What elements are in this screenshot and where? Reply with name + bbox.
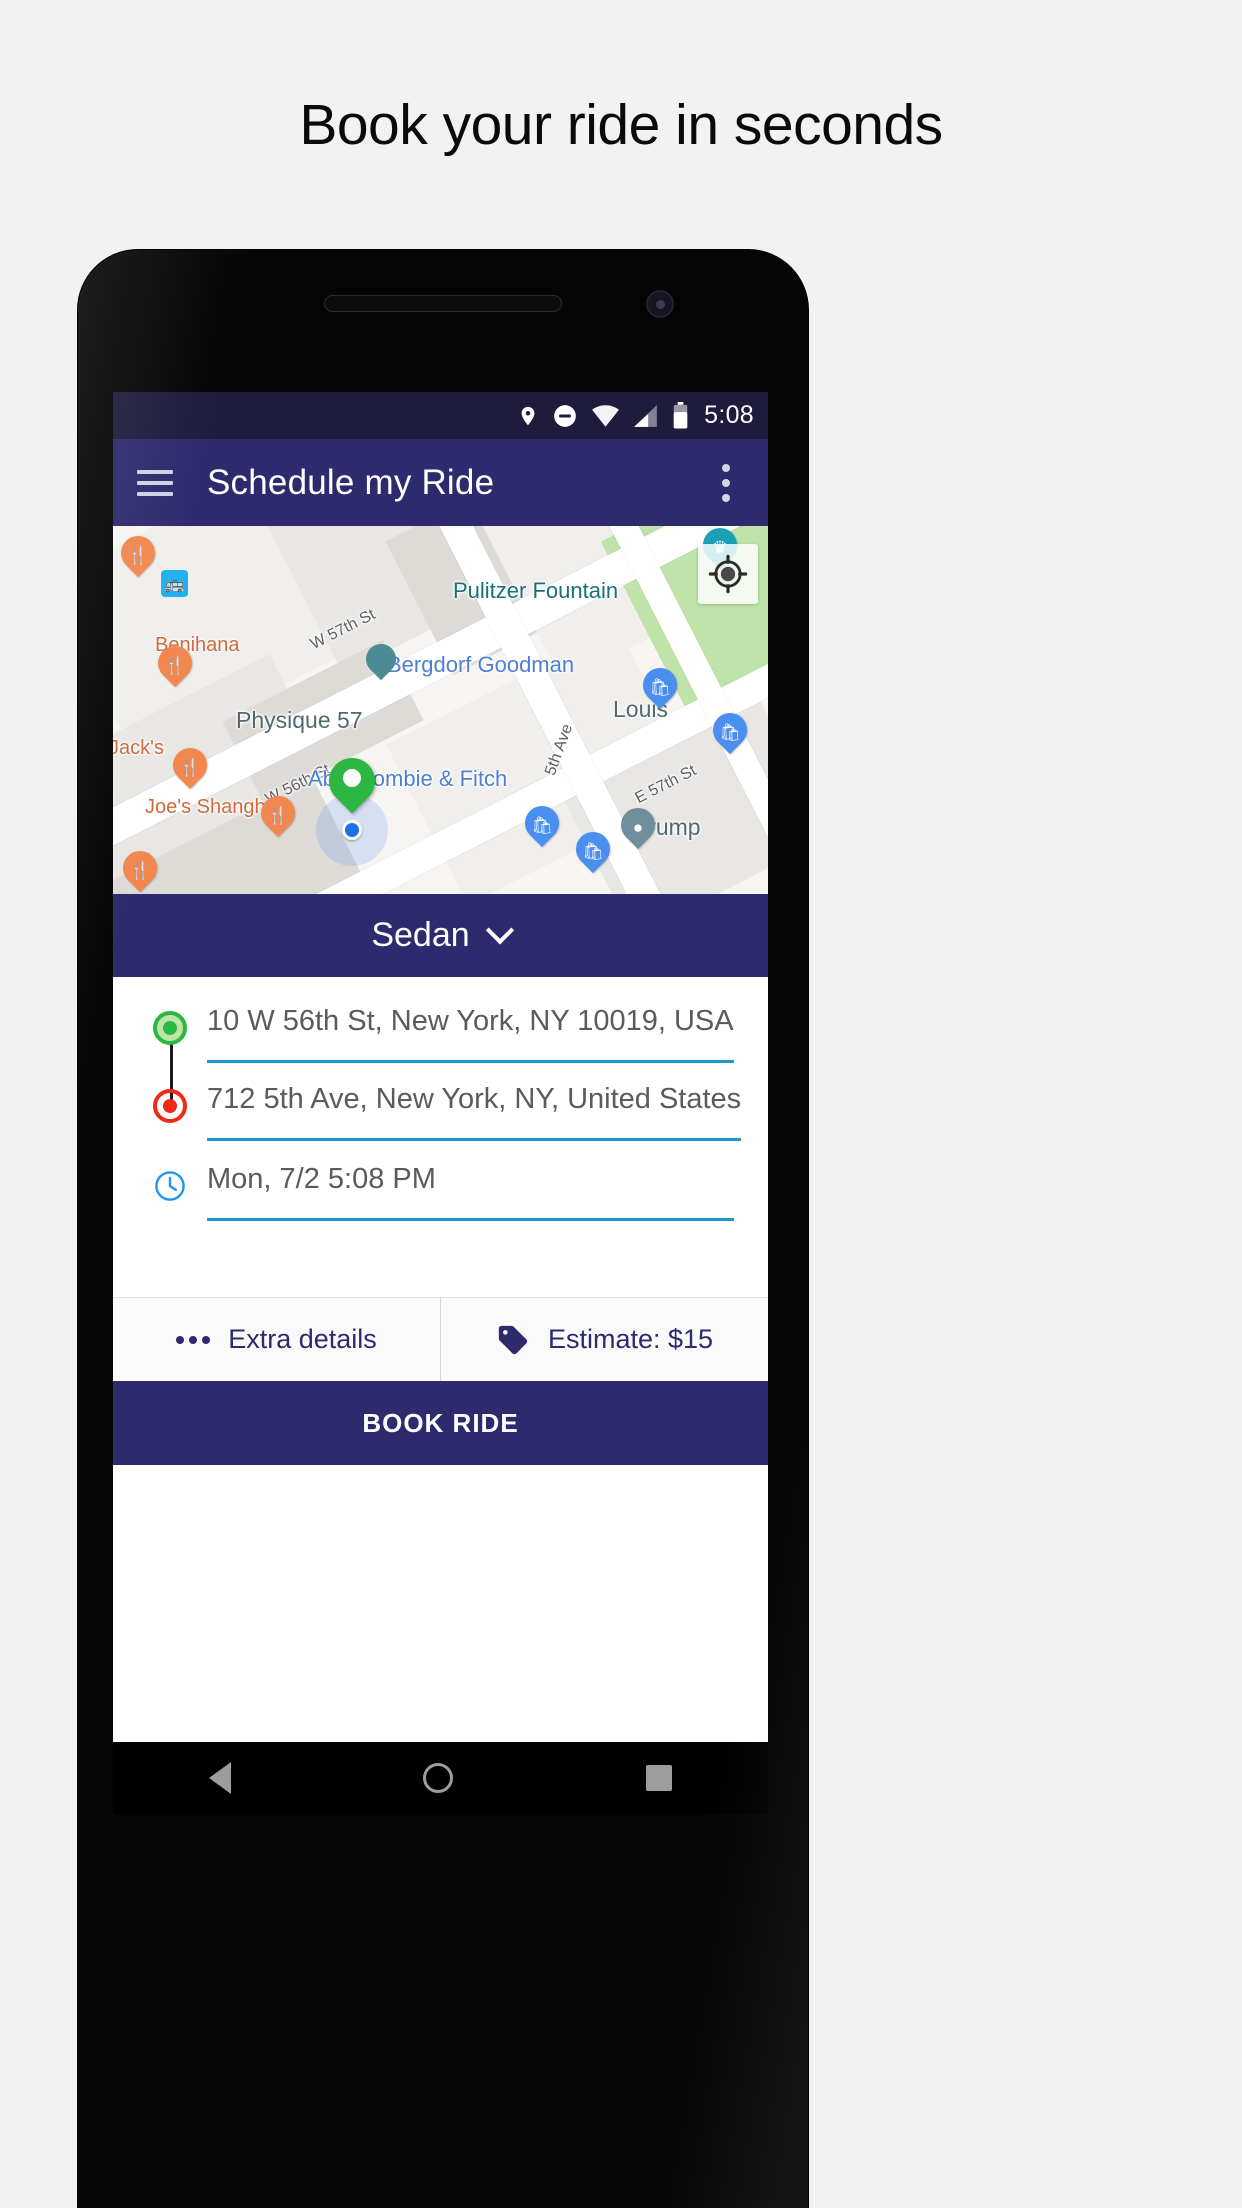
home-circle-icon[interactable] [423,1763,454,1793]
shop-pin-icon[interactable]: 🛍 [705,705,755,757]
map-label: Physique 57 [236,707,363,733]
android-nav-bar [113,1742,768,1814]
vehicle-selector[interactable]: Sedan [113,894,768,977]
earpiece-speaker [324,295,562,312]
phone-screen: 5:08 Schedule my Ride Benihana W 57th St… [113,392,768,1742]
clock-icon [147,1163,193,1203]
map-label: Jack's [113,737,164,759]
restaurant-pin-icon[interactable]: 🍴 [115,843,165,894]
action-row: Extra details Estimate: $15 [113,1297,768,1381]
location-pin-icon [521,406,535,425]
dropoff-underline [207,1138,742,1141]
hamburger-menu-icon[interactable] [137,469,173,496]
extra-details-label: Extra details [228,1324,377,1354]
shop-pin-icon[interactable]: 🛍 [568,824,618,876]
front-camera [646,290,674,318]
dropoff-row[interactable]: 712 5th Ave, New York, NY, United States [113,1083,768,1141]
shop-pin-icon[interactable]: 🛍 [635,660,685,712]
datetime-row[interactable]: Mon, 7/2 5:08 PM [113,1163,768,1221]
my-location-icon[interactable] [698,544,758,604]
dropoff-value: 712 5th Ave, New York, NY, United States [207,1083,742,1115]
map-view[interactable]: Benihana W 57th St Pulitzer Fountain Ber… [113,526,768,894]
cell-signal-icon [634,404,657,427]
green-map-pin[interactable] [319,748,385,816]
pickup-value: 10 W 56th St, New York, NY 10019, USA [207,1005,734,1037]
book-ride-label: BOOK RIDE [362,1407,519,1438]
estimate-label: Estimate: $15 [547,1324,714,1354]
app-bar-title: Schedule my Ride [207,462,495,502]
wifi-icon [592,404,620,427]
price-tag-icon [498,1325,528,1354]
estimate-button[interactable]: Estimate: $15 [440,1298,768,1381]
ride-form: 10 W 56th St, New York, NY 10019, USA 71… [113,977,768,1297]
recents-square-icon[interactable] [645,1765,672,1791]
page-title: Book your ride in seconds [299,93,943,157]
vehicle-name-label: Sedan [371,916,470,954]
bus-stop-icon[interactable]: 🚌 [161,570,188,597]
back-triangle-icon[interactable] [209,1762,232,1794]
three-dots-icon [176,1335,211,1344]
place-pin-icon[interactable] [359,637,403,684]
status-bar: 5:08 [113,392,768,439]
extra-details-button[interactable]: Extra details [113,1298,440,1381]
battery-icon [673,402,688,429]
restaurant-pin-icon[interactable]: 🍴 [113,528,163,580]
phone-mockup: 5:08 Schedule my Ride Benihana W 57th St… [78,250,808,2208]
pickup-underline [207,1060,734,1063]
app-bar: Schedule my Ride [113,439,768,526]
map-label: Bergdorf Goodman [387,652,575,677]
restaurant-pin-icon[interactable]: 🍴 [150,638,200,690]
landmark-pin-icon[interactable]: ● [613,800,663,852]
restaurant-pin-icon[interactable]: 🍴 [165,740,215,792]
restaurant-pin-icon[interactable]: 🍴 [253,788,303,840]
do-not-disturb-icon [554,404,576,427]
datetime-value: Mon, 7/2 5:08 PM [207,1163,436,1195]
datetime-underline [207,1218,734,1221]
overflow-menu-icon[interactable] [722,463,730,502]
status-bar-clock: 5:08 [704,401,754,429]
book-ride-button[interactable]: BOOK RIDE [113,1381,768,1465]
map-label: Pulitzer Fountain [453,578,619,603]
chevron-down-icon [485,915,514,944]
shop-pin-icon[interactable]: 🛍 [517,798,567,850]
red-circle-icon [147,1083,193,1123]
pickup-row[interactable]: 10 W 56th St, New York, NY 10019, USA [113,1005,768,1063]
green-circle-icon [147,1005,193,1045]
